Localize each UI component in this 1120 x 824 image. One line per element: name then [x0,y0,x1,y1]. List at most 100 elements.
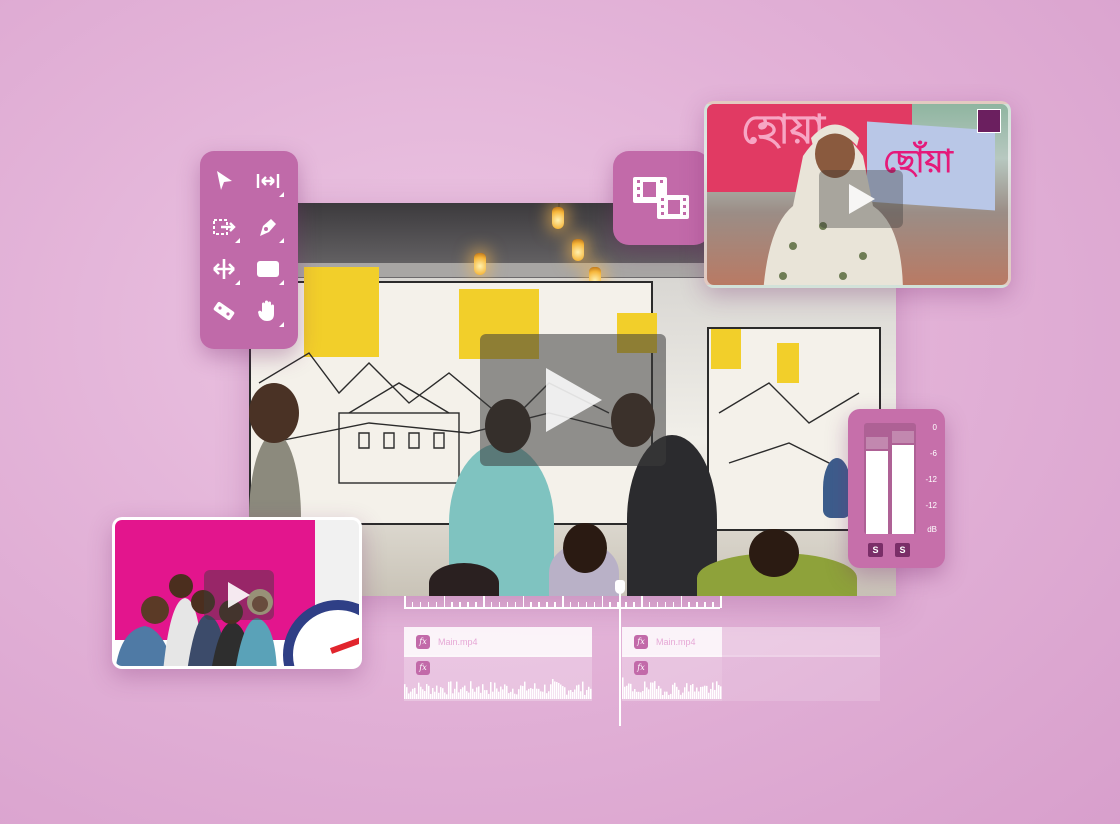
ripple-trim-tool-icon [256,174,280,188]
ruler-tick [411,602,414,608]
playhead[interactable] [615,580,625,726]
waveform-sample [502,689,504,699]
tools-panel [200,151,298,349]
pen-tool[interactable] [250,209,286,245]
submenu-indicator [279,192,284,197]
waveform-sample [448,681,450,699]
ripple-trim-tool[interactable] [250,163,286,199]
fx-icon[interactable]: fx [416,661,430,675]
waveform-sample [446,694,448,699]
ruler-tick [577,602,580,608]
fx-icon[interactable]: fx [634,661,648,675]
waveform-sample [514,693,516,699]
waveform-sample [708,692,710,699]
clip-preview-bottom[interactable] [112,517,362,669]
clip-label: Main.mp4 [656,637,696,647]
waveform-sample [428,685,430,699]
waveform-sample [498,691,500,699]
waveform-sample [476,687,478,699]
waveform-sample [552,678,554,699]
slip-tool[interactable] [206,251,242,287]
waveform-sample [488,693,490,699]
waveform-sample [700,686,702,699]
waveform-sample [644,681,646,699]
slip-tool-icon [213,259,235,279]
ruler-tick [712,602,714,608]
solo-right-button[interactable]: S [895,543,910,557]
waveform-sample [698,691,700,699]
video-clip[interactable]: fx Main.mp4 [404,627,592,657]
selection-tool[interactable] [206,163,242,199]
waveform-sample [674,682,676,699]
clip-preview-top[interactable]: হোয়া ছোঁয়া [704,101,1011,288]
ruler-tick [625,602,627,608]
media-import-button[interactable] [613,151,710,245]
waveform-sample [710,688,712,699]
waveform-sample [590,688,592,699]
waveform-sample [650,682,652,699]
right-channel-level [892,431,914,534]
waveform-sample [658,685,660,699]
fx-icon[interactable]: fx [634,635,648,649]
audio-clip[interactable]: fx [622,655,722,701]
playhead-handle[interactable] [615,580,625,594]
ruler-tick [483,596,485,608]
waveform-sample [570,689,572,699]
waveform-sample [454,688,456,699]
waveform-sample [584,694,586,699]
empty-track-area[interactable] [722,655,880,701]
person [823,458,851,518]
dial-needle [329,634,359,654]
waveform-sample [688,691,690,699]
hand-tool[interactable] [250,293,286,329]
play-overlay[interactable] [204,570,274,620]
fx-icon[interactable]: fx [416,635,430,649]
audio-clip[interactable]: fx [404,655,592,701]
waveform-sample [578,684,580,699]
waveform-sample [714,689,716,699]
waveform-sample [426,684,428,699]
ruler-tick [506,602,509,608]
qr-logo [977,109,1001,133]
ruler-tick [522,596,524,608]
person-head [563,523,607,573]
play-icon [228,582,250,608]
waveform-sample [478,686,480,699]
waveform-sample [646,687,648,699]
waveform-sample [456,681,458,699]
waveform-sample [442,688,444,699]
selection-tool-icon [217,171,232,190]
waveform-sample [536,688,538,699]
razor-tool-icon [213,301,235,321]
waveform-sample [404,684,406,699]
waveform-sample [430,693,432,699]
empty-track-area[interactable] [722,627,880,657]
waveform-sample [566,694,568,699]
track-select-tool[interactable] [206,209,242,245]
track-select-tool-icon [213,219,236,235]
meter-unit-label: dB [927,525,937,534]
waveform-sample [660,688,662,699]
waveform-sample [622,677,624,699]
rectangle-tool-icon [257,261,279,277]
person-head [249,383,299,443]
solo-left-button[interactable]: S [868,543,883,557]
waveform-sample [628,683,630,699]
waveform-sample [452,693,454,699]
ruler-tick [601,596,603,608]
play-overlay[interactable] [480,334,666,466]
waveform-sample [626,685,628,699]
video-clip[interactable]: fx Main.mp4 [622,627,722,657]
waveform-sample [416,693,418,699]
pen-tool-icon [260,219,276,236]
waveform-sample [510,691,512,699]
waveform-sample [648,689,650,699]
submenu-indicator [235,280,240,285]
audio-meter-panel: 0 -6 -12 -12 dB S S [848,409,945,568]
ruler-tick [720,596,722,608]
razor-tool[interactable] [206,293,242,329]
rectangle-tool[interactable] [250,251,286,287]
play-overlay[interactable] [819,170,903,228]
timeline-ruler[interactable] [404,594,722,610]
submenu-indicator [279,280,284,285]
